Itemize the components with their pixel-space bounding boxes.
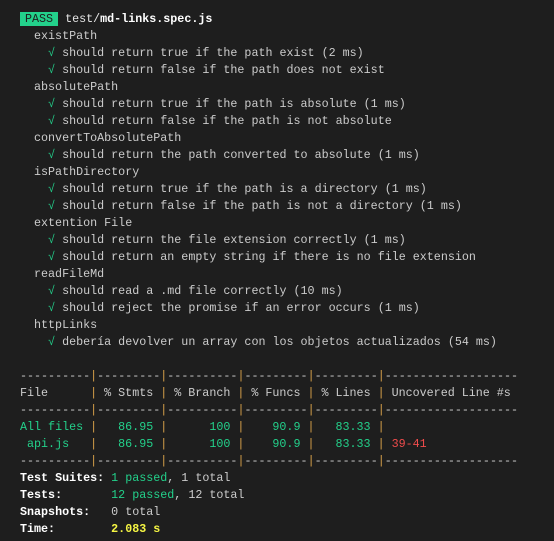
test-title: debería devolver un array con los objeto… — [62, 335, 497, 349]
pass-badge: PASS — [20, 12, 59, 26]
label: Test Suites: — [20, 471, 105, 485]
table-cell: 86.95 — [118, 437, 154, 451]
table-cell: 83.33 — [335, 437, 371, 451]
file-dir: test/ — [65, 12, 101, 26]
suites-passed: 1 passed — [111, 471, 168, 485]
column-header: % Branch — [174, 386, 231, 400]
check-icon: √ — [48, 250, 56, 264]
test-result: √ should return false if the path is not… — [20, 113, 518, 130]
test-title: should return an empty string if there i… — [62, 250, 476, 264]
test-file-header: PASS test/md-links.spec.js — [20, 11, 518, 28]
time-value: 2.083 s — [111, 522, 161, 536]
table-cell: 90.9 — [272, 437, 301, 451]
snapshots-value: 0 total — [111, 505, 161, 519]
table-separator: ----------|---------|----------|--------… — [20, 369, 518, 383]
label: Tests: — [20, 488, 63, 502]
table-cell: 100 — [209, 420, 231, 434]
test-title: should return true if the path is a dire… — [62, 182, 427, 196]
test-result: √ should return the path converted to ab… — [20, 147, 518, 164]
column-header: % Stmts — [104, 386, 154, 400]
test-title: should reject the promise if an error oc… — [62, 301, 420, 315]
suite-name: absolutePath — [34, 80, 119, 94]
check-icon: √ — [48, 148, 56, 162]
test-result: √ should return an empty string if there… — [20, 249, 518, 266]
table-header: File |% Stmts |% Branch |% Funcs |% Lines | Un… — [20, 385, 518, 402]
test-title: should return true if the path is absolu… — [62, 97, 406, 111]
suites-total: , 1 total — [167, 471, 231, 485]
column-header: % Funcs — [251, 386, 301, 400]
suite-name: httpLinks — [34, 318, 98, 332]
check-icon: √ — [48, 301, 56, 315]
suite-name: extention File — [34, 216, 133, 230]
file-name: md-links.spec.js — [100, 12, 213, 26]
table-cell: 100 — [209, 437, 231, 451]
suite-name: readFileMd — [34, 267, 105, 281]
table-cell: api.js — [20, 437, 70, 451]
table-row: All files | 86.95 | 100 | 90.9 | 83.33 | — [20, 420, 385, 434]
summary-snapshots: Snapshots: 0 total — [20, 504, 518, 521]
table-row: api.js | 86.95 | 100 | 90.9 | 83.33 | 39-41 — [20, 436, 518, 453]
test-result: √ should return the file extension corre… — [20, 232, 518, 249]
column-header: Uncovered Line #s — [391, 386, 511, 400]
column-header: File — [20, 386, 49, 400]
summary-time: Time: 2.083 s — [20, 521, 518, 538]
test-result: √ should read a .md file correctly (10 m… — [20, 283, 518, 300]
test-title: should return false if the path does not… — [62, 63, 385, 77]
table-cell: 86.95 — [118, 420, 154, 434]
test-result: √ debería devolver un array con los obje… — [20, 334, 518, 351]
terminal-output: PASS test/md-links.spec.js existPath √ sh… — [20, 11, 518, 538]
table-cell: 39-41 — [391, 437, 427, 451]
check-icon: √ — [48, 284, 56, 298]
table-separator: ----------|---------|----------|--------… — [20, 454, 518, 468]
test-result: √ should reject the promise if an error … — [20, 300, 518, 317]
test-result: √ should return false if the path does n… — [20, 62, 518, 79]
check-icon: √ — [48, 97, 56, 111]
table-cell: 90.9 — [272, 420, 301, 434]
test-title: should read a .md file correctly (10 ms) — [62, 284, 343, 298]
check-icon: √ — [48, 114, 56, 128]
summary-suites: Test Suites: 1 passed, 1 total — [20, 470, 518, 487]
test-title: should return false if the path is not a… — [62, 199, 462, 213]
check-icon: √ — [48, 63, 56, 77]
tests-passed: 12 passed — [111, 488, 175, 502]
coverage-table: ----------|---------|----------|--------… — [20, 368, 518, 470]
test-title: should return false if the path is not a… — [62, 114, 392, 128]
label: Snapshots: — [20, 505, 91, 519]
table-cell: All files — [20, 420, 84, 434]
summary-tests: Tests: 12 passed, 12 total — [20, 487, 518, 504]
table-separator: ----------|---------|----------|--------… — [20, 403, 518, 417]
table-cell: 83.33 — [335, 420, 371, 434]
test-result: √ should return true if the path is abso… — [20, 96, 518, 113]
tests-total: , 12 total — [174, 488, 245, 502]
test-result: √ should return false if the path is not… — [20, 198, 518, 215]
test-title: should return the path converted to abso… — [62, 148, 420, 162]
check-icon: √ — [48, 233, 56, 247]
check-icon: √ — [48, 182, 56, 196]
test-title: should return the file extension correct… — [62, 233, 406, 247]
test-suites: existPath √ should return true if the pat… — [20, 28, 518, 351]
check-icon: √ — [48, 199, 56, 213]
suite-name: isPathDirectory — [34, 165, 140, 179]
suite-name: convertToAbsolutePath — [34, 131, 182, 145]
test-result: √ should return true if the path exist (… — [20, 45, 518, 62]
test-result: √ should return true if the path is a di… — [20, 181, 518, 198]
check-icon: √ — [48, 46, 56, 60]
test-title: should return true if the path exist (2 … — [62, 46, 364, 60]
suite-name: existPath — [34, 29, 98, 43]
label: Time: — [20, 522, 56, 536]
column-header: % Lines — [321, 386, 371, 400]
check-icon: √ — [48, 335, 56, 349]
